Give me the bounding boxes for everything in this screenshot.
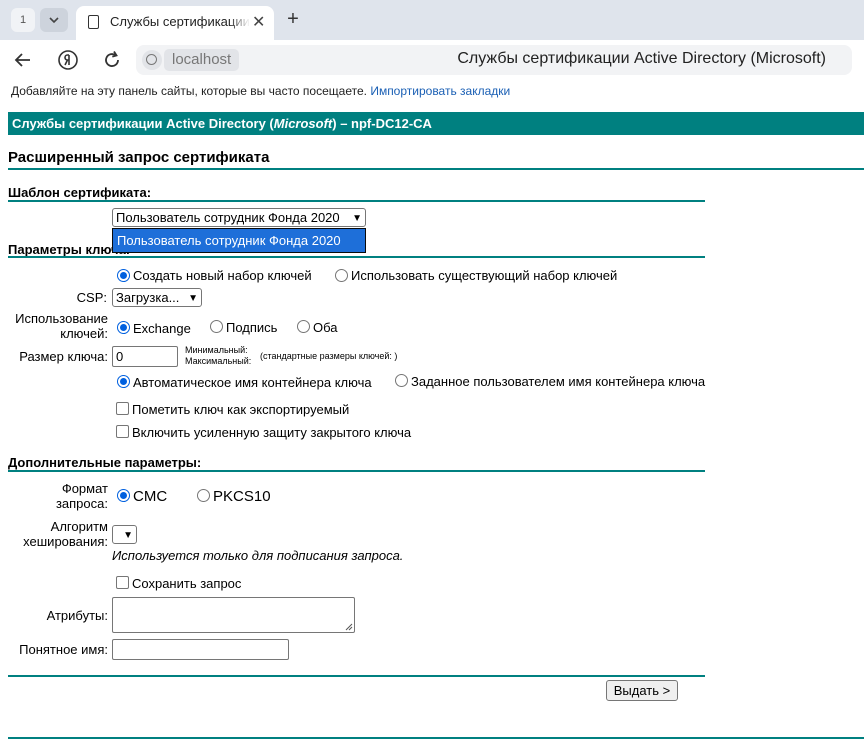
extra-params-heading: Дополнительные параметры:	[8, 455, 202, 470]
browser-tab[interactable]: Службы сертификации Active Directory (Mi…	[76, 6, 274, 40]
exportable-label: Пометить ключ как экспортируемый	[132, 402, 350, 417]
reload-icon[interactable]	[100, 48, 124, 72]
submit-button[interactable]: Выдать >	[606, 680, 678, 701]
template-select[interactable]: Пользователь сотрудник Фонда 2020 ▼	[112, 208, 366, 227]
yandex-icon[interactable]	[56, 48, 80, 72]
request-format-label: Формат запроса:	[55, 481, 108, 511]
format-pkcs10-radio[interactable]	[197, 489, 210, 502]
divider	[8, 200, 705, 202]
container-auto-label: Автоматическое имя контейнера ключа	[133, 375, 372, 390]
page-header: Службы сертификации Active Directory (Mi…	[8, 112, 864, 135]
address-page-title: Службы сертификации Active Directory (Mi…	[457, 50, 826, 67]
page-title: Расширенный запрос сертификата	[8, 149, 270, 166]
key-usage-label: Использование ключей:	[15, 311, 108, 341]
divider	[8, 737, 864, 739]
tab-count-button[interactable]: 1	[11, 8, 35, 32]
bookmarks-hint: Добавляйте на эту панель сайты, которые …	[11, 84, 367, 98]
header-suffix: ) – npf-DC12-CA	[332, 116, 432, 131]
header-prefix: Службы сертификации Active Directory (	[12, 116, 274, 131]
format-cmc-label: CMC	[133, 488, 168, 505]
address-field[interactable]: localhost Службы сертификации Active Dir…	[136, 45, 852, 75]
usage-exchange-label: Exchange	[133, 321, 191, 336]
import-bookmarks-link[interactable]: Импортировать закладки	[370, 84, 510, 98]
address-host: localhost	[164, 49, 240, 71]
hash-algorithm-select[interactable]: ▼	[112, 525, 137, 544]
hash-note: Используется только для подписания запро…	[112, 548, 404, 563]
tab-strip: 1 Службы сертификации Active Directory (…	[0, 0, 864, 40]
chevron-down-icon	[49, 17, 59, 24]
usage-both-label: Оба	[313, 320, 338, 335]
standard-sizes-note: (стандартные размеры ключей: )	[260, 351, 398, 361]
format-cmc-radio[interactable]	[117, 489, 130, 502]
usage-signature-label: Подпись	[226, 320, 278, 335]
min-size-label: Минимальный:	[185, 345, 248, 355]
back-arrow-icon[interactable]	[11, 48, 35, 72]
usage-both-radio[interactable]	[297, 320, 310, 333]
save-request-checkbox[interactable]	[116, 576, 129, 589]
key-size-input[interactable]: 0	[112, 346, 178, 367]
usage-signature-radio[interactable]	[210, 320, 223, 333]
chevron-down-icon: ▼	[352, 213, 362, 224]
chevron-down-icon: ▼	[123, 530, 133, 541]
divider	[8, 470, 705, 472]
attributes-textarea[interactable]	[112, 597, 355, 633]
new-keyset-radio[interactable]	[117, 269, 130, 282]
existing-keyset-label: Использовать существующий набор ключей	[351, 268, 618, 283]
template-dropdown-option[interactable]: Пользователь сотрудник Фонда 2020	[112, 228, 366, 253]
tab-list-button[interactable]	[40, 8, 68, 32]
csp-select[interactable]: Загрузка... ▼	[112, 288, 202, 307]
address-bar-row: localhost Службы сертификации Active Dir…	[0, 40, 864, 80]
new-keyset-label: Создать новый набор ключей	[133, 268, 312, 283]
csp-select-value: Загрузка...	[116, 290, 180, 305]
chevron-down-icon: ▼	[188, 293, 198, 304]
strong-protection-label: Включить усиленную защиту закрытого ключ…	[132, 425, 412, 440]
save-request-label: Сохранить запрос	[132, 576, 242, 591]
container-user-radio[interactable]	[395, 374, 408, 387]
csp-label: CSP:	[76, 290, 107, 305]
hash-algorithm-label: Алгоритм хеширования:	[23, 519, 108, 549]
globe-icon	[142, 50, 162, 70]
header-microsoft: Microsoft	[273, 116, 333, 131]
container-user-label: Заданное пользователем имя контейнера кл…	[411, 374, 706, 389]
document-icon	[88, 15, 99, 29]
friendly-name-label: Понятное имя:	[19, 642, 108, 657]
key-size-label: Размер ключа:	[19, 349, 108, 364]
friendly-name-input[interactable]	[112, 639, 289, 660]
new-tab-button[interactable]: +	[281, 7, 305, 31]
divider	[8, 168, 864, 170]
close-icon[interactable]: ✕	[252, 12, 265, 32]
container-auto-radio[interactable]	[117, 375, 130, 388]
template-select-value: Пользователь сотрудник Фонда 2020	[116, 210, 340, 225]
max-size-label: Максимальный:	[185, 356, 252, 366]
format-pkcs10-label: PKCS10	[213, 488, 271, 505]
usage-exchange-radio[interactable]	[117, 321, 130, 334]
attributes-label: Атрибуты:	[46, 608, 108, 623]
tab-title: Службы сертификации Active Directory (Mi…	[110, 14, 250, 29]
bookmarks-bar: Добавляйте на эту панель сайты, которые …	[0, 80, 864, 102]
divider	[8, 675, 705, 677]
resize-grip-icon[interactable]	[345, 623, 353, 631]
strong-protection-checkbox[interactable]	[116, 425, 129, 438]
existing-keyset-radio[interactable]	[335, 269, 348, 282]
template-heading: Шаблон сертификата:	[8, 185, 152, 200]
exportable-checkbox[interactable]	[116, 402, 129, 415]
divider	[8, 256, 705, 258]
